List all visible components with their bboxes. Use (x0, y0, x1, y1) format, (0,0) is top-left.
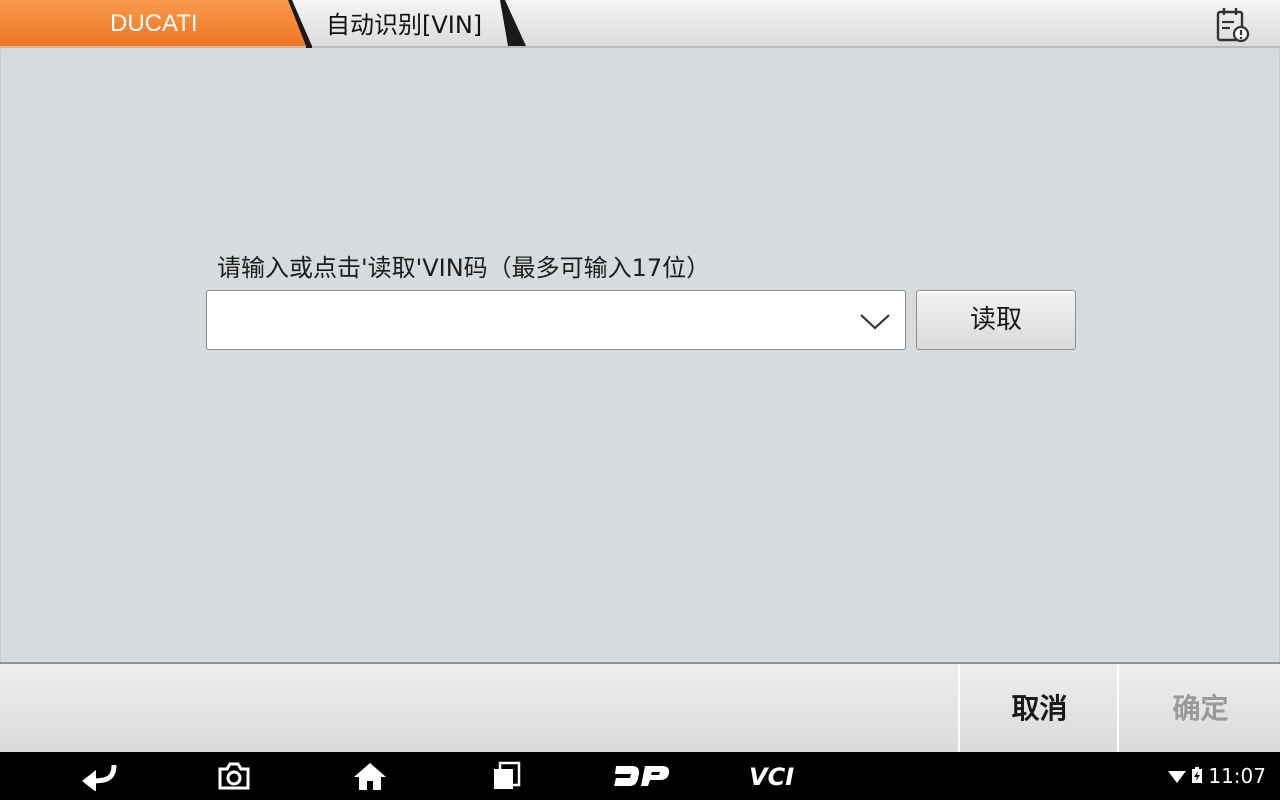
system-navigation-bar: VCI 11:07 (0, 752, 1280, 800)
status-area: 11:07 (1168, 752, 1266, 800)
main-panel: 请输入或点击'读取'VIN码（最多可输入17位） 读取 (0, 50, 1280, 662)
breadcrumb-brand[interactable]: DUCATI (0, 0, 312, 46)
back-icon[interactable] (70, 752, 130, 800)
wifi-icon (1168, 764, 1187, 788)
vin-prompt-label: 请输入或点击'读取'VIN码（最多可输入17位） (217, 254, 711, 282)
home-icon[interactable] (340, 752, 400, 800)
dp-icon[interactable] (610, 752, 674, 800)
breadcrumb-bar: DUCATI 自动识别[VIN] (0, 0, 1280, 48)
breadcrumb-current[interactable]: 自动识别[VIN] (326, 0, 482, 48)
action-bar: 取消 确定 (0, 662, 1280, 752)
cancel-button[interactable]: 取消 (962, 664, 1119, 752)
read-vin-button[interactable]: 读取 (916, 290, 1076, 350)
diagnostic-report-icon[interactable] (1210, 4, 1254, 44)
action-bar-spacer (0, 664, 960, 752)
status-time: 11:07 (1208, 764, 1266, 788)
recent-apps-icon[interactable] (476, 752, 536, 800)
svg-text:VCI: VCI (749, 763, 794, 789)
vin-input[interactable] (207, 291, 847, 349)
confirm-button[interactable]: 确定 (1121, 664, 1280, 752)
vci-icon[interactable]: VCI (746, 752, 812, 800)
camera-icon[interactable] (204, 752, 264, 800)
breadcrumb-separator-icon (500, 0, 530, 48)
breadcrumb-separator-icon (284, 0, 314, 48)
vin-combobox[interactable] (206, 290, 906, 350)
chevron-down-icon[interactable] (855, 306, 895, 336)
battery-charging-icon (1192, 764, 1203, 788)
